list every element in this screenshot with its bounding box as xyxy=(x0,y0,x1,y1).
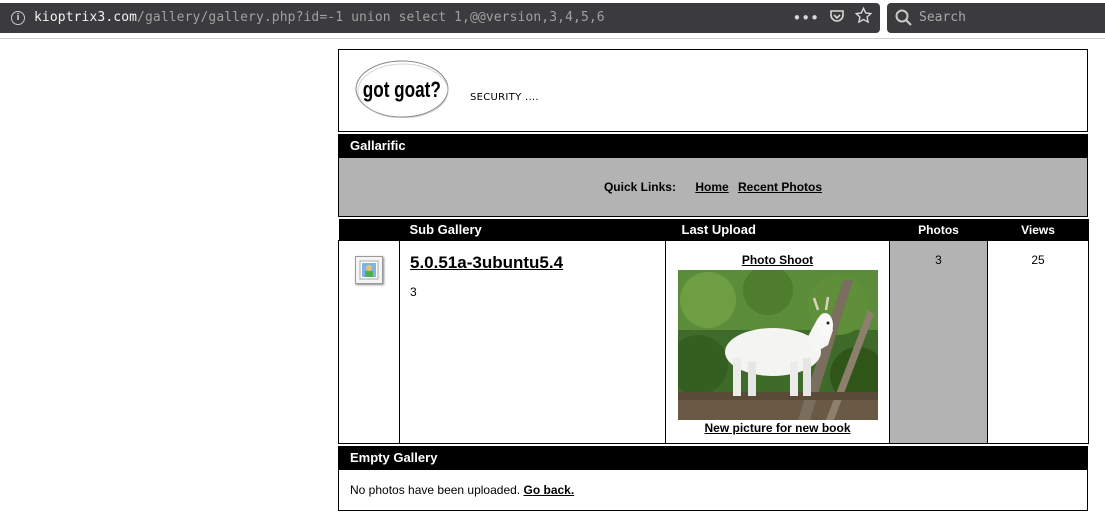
pocket-icon[interactable] xyxy=(829,8,845,29)
url-text[interactable]: kioptrix3.com/gallery/gallery.php?id=-1 … xyxy=(34,10,605,25)
address-bar[interactable]: i kioptrix3.com/gallery/gallery.php?id=-… xyxy=(0,3,880,33)
go-back-link[interactable]: Go back. xyxy=(523,483,574,497)
thumb-header xyxy=(338,219,400,241)
url-path: /gallery/gallery.php?id=-1 union select … xyxy=(137,10,605,25)
bookmark-star-icon[interactable] xyxy=(854,6,873,29)
empty-gallery-title: Empty Gallery xyxy=(350,450,438,465)
column-header-last-upload: Last Upload xyxy=(665,219,890,241)
recent-photos-link[interactable]: Recent Photos xyxy=(738,180,822,194)
last-upload-title-link[interactable]: Photo Shoot xyxy=(666,253,889,267)
url-host: kioptrix3.com xyxy=(34,10,138,25)
home-link[interactable]: Home xyxy=(695,180,728,194)
column-header-views: Views xyxy=(987,219,1089,241)
info-icon[interactable]: i xyxy=(11,11,25,25)
gallery-image-icon[interactable] xyxy=(355,256,383,284)
site-title: Gallarific xyxy=(350,138,406,153)
empty-gallery-message-box: No photos have been uploaded. Go back. xyxy=(338,470,1088,511)
gallery-table: Sub Gallery Last Upload Photos Views 5.0… xyxy=(338,219,1089,444)
more-icon[interactable]: ••• xyxy=(792,8,819,28)
sub-gallery-description: 3 xyxy=(410,285,417,299)
column-header-photos: Photos xyxy=(889,219,988,241)
site-title-bar: Gallarific xyxy=(338,134,1088,158)
site-header: got goat? SECURITY .... xyxy=(338,49,1088,132)
thumbnail-cell xyxy=(338,240,400,444)
empty-gallery-bar: Empty Gallery xyxy=(338,446,1088,470)
quick-links-label: Quick Links: xyxy=(603,180,676,194)
table-row: 5.0.51a-3ubuntu5.4 3 Photo Shoot New pic… xyxy=(338,240,1089,444)
photos-count-cell: 3 xyxy=(889,240,988,444)
empty-gallery-message: No photos have been uploaded. xyxy=(350,483,521,497)
page-content: got goat? SECURITY .... Gallarific Quick… xyxy=(338,49,1089,511)
goat-photo[interactable] xyxy=(677,270,878,420)
search-placeholder: Search xyxy=(919,10,966,25)
search-icon xyxy=(895,9,913,32)
browser-toolbar: i kioptrix3.com/gallery/gallery.php?id=-… xyxy=(0,0,1105,39)
got-goat-logo[interactable]: got goat? xyxy=(355,60,449,118)
column-header-sub-gallery: Sub Gallery xyxy=(399,219,666,241)
last-upload-cell: Photo Shoot New picture for new book xyxy=(665,240,890,444)
search-bar[interactable]: Search xyxy=(887,3,1105,33)
logo-text: got goat? xyxy=(363,78,441,103)
tagline: SECURITY .... xyxy=(470,92,539,103)
sub-gallery-link[interactable]: 5.0.51a-3ubuntu5.4 xyxy=(410,253,655,273)
views-count-cell: 25 xyxy=(987,240,1089,444)
quick-links-panel: Quick Links: Home Recent Photos xyxy=(338,158,1088,217)
table-header-row: Sub Gallery Last Upload Photos Views xyxy=(338,219,1089,241)
last-upload-caption-link[interactable]: New picture for new book xyxy=(666,421,889,435)
sub-gallery-cell: 5.0.51a-3ubuntu5.4 3 xyxy=(399,240,666,444)
